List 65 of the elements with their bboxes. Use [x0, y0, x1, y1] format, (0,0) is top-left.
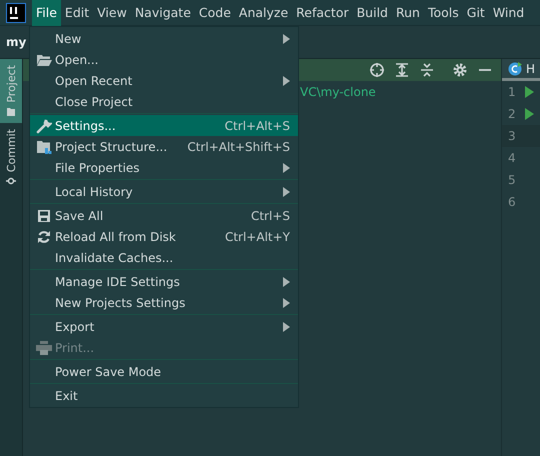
line-number: 2 — [508, 107, 516, 121]
menu-item[interactable]: Run — [392, 0, 424, 26]
shortcut-text: Ctrl+Alt+Y — [224, 230, 290, 244]
menu-item[interactable]: Wind — [488, 0, 528, 26]
printer-icon — [36, 340, 52, 354]
menu-item[interactable]: Refactor — [292, 0, 353, 26]
app-logo-icon[interactable] — [6, 2, 26, 22]
submenu-arrow-icon — [283, 298, 290, 308]
menu-item[interactable]: Reload All from Disk Ctrl+Alt+Y — [30, 226, 298, 247]
shortcut-text: Ctrl+Alt+S — [224, 118, 290, 132]
folder-icon — [36, 52, 52, 66]
shortcut-text: Ctrl+Alt+Shift+S — [187, 140, 290, 154]
menu-item[interactable]: New — [30, 28, 298, 49]
menu-item[interactable]: Exit — [30, 385, 298, 406]
menu-item[interactable]: Open... — [30, 49, 298, 70]
run-icon[interactable] — [524, 86, 534, 98]
commit-icon — [6, 176, 16, 186]
menu-item[interactable]: Export — [30, 316, 298, 337]
menu-item[interactable]: Code — [194, 0, 235, 26]
menu-item[interactable]: Build — [352, 0, 392, 26]
class-icon — [508, 62, 522, 76]
menu-item[interactable]: Close Project — [30, 91, 298, 112]
project-path[interactable]: VC\my-clone — [300, 85, 376, 99]
wrench-icon — [36, 118, 52, 134]
menu-item[interactable]: Tools — [424, 0, 463, 26]
menu-item[interactable]: File Properties — [30, 157, 298, 178]
run-icon[interactable] — [524, 108, 534, 120]
project-title: my — [6, 35, 26, 49]
editor-tab[interactable]: H — [502, 59, 540, 81]
menu-item[interactable]: View — [93, 0, 131, 26]
menu-item[interactable]: Navigate — [130, 0, 195, 26]
reload-icon — [37, 230, 51, 244]
line-number: 5 — [508, 173, 516, 187]
menu-item[interactable]: Analyze — [234, 0, 292, 26]
menu-item[interactable]: Open Recent — [30, 70, 298, 91]
submenu-arrow-icon — [283, 76, 290, 86]
folder-icon — [6, 106, 16, 117]
shortcut-text: Ctrl+S — [250, 208, 290, 222]
menu-item[interactable]: New Projects Settings — [30, 292, 298, 313]
folder-grid-icon — [36, 140, 52, 154]
settings-icon[interactable] — [452, 62, 468, 78]
menu-item[interactable]: Manage IDE Settings — [30, 271, 298, 292]
collapse-all-icon[interactable] — [419, 62, 435, 78]
line-number: 4 — [508, 151, 516, 165]
menu-item[interactable]: Power Save Mode — [30, 361, 298, 382]
line-number: 3 — [508, 129, 516, 143]
line-number: 6 — [508, 195, 516, 209]
menu-item[interactable]: Edit — [60, 0, 94, 26]
menu-item[interactable]: Settings... Ctrl+Alt+S — [30, 115, 298, 136]
save-icon — [37, 208, 51, 222]
menu-item[interactable]: File — [32, 0, 61, 26]
line-number: 1 — [508, 85, 516, 99]
submenu-arrow-icon — [283, 276, 290, 286]
tool-window-tab[interactable]: Commit — [0, 122, 22, 192]
menu-item[interactable]: Invalidate Caches... — [30, 247, 298, 268]
submenu-arrow-icon — [283, 186, 290, 196]
submenu-arrow-icon — [283, 322, 290, 332]
submenu-arrow-icon — [283, 162, 290, 172]
menu-item[interactable]: Git — [462, 0, 489, 26]
menu-item[interactable]: Save All Ctrl+S — [30, 205, 298, 226]
expand-all-icon[interactable] — [394, 62, 410, 78]
menu-item[interactable]: Project Structure... Ctrl+Alt+Shift+S — [30, 136, 298, 157]
locate-icon[interactable] — [369, 62, 385, 78]
submenu-arrow-icon — [283, 34, 290, 44]
menu-item[interactable]: Local History — [30, 181, 298, 202]
